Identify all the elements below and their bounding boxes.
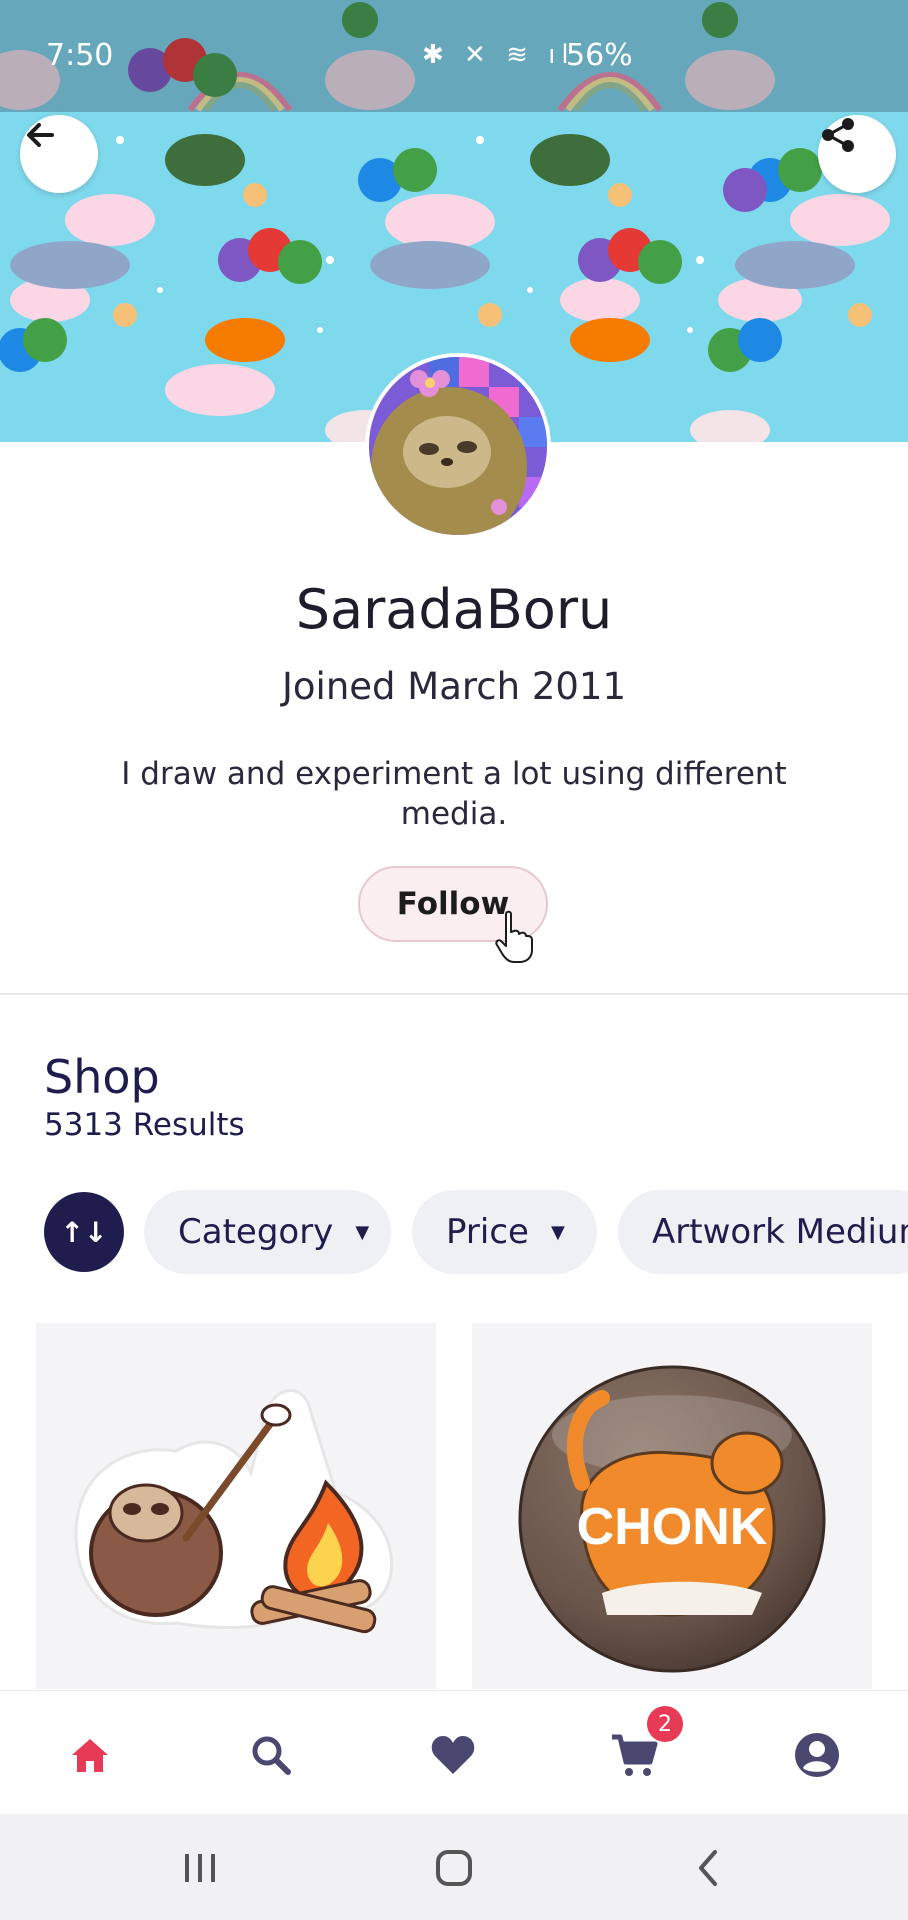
filter-chip-label: Artwork Medium xyxy=(652,1212,908,1252)
back-button[interactable] xyxy=(20,115,98,193)
system-home-icon xyxy=(436,1850,472,1886)
filter-chip-price[interactable]: Price ▼ xyxy=(412,1190,597,1274)
section-divider xyxy=(0,993,908,995)
nav-search[interactable] xyxy=(241,1725,301,1785)
recent-apps-icon xyxy=(185,1854,215,1882)
nav-favorites[interactable] xyxy=(423,1725,483,1785)
status-time: 7:50 xyxy=(46,38,114,73)
sloth-avatar-image xyxy=(369,357,547,535)
caret-down-icon: ▼ xyxy=(355,1221,370,1243)
nav-home[interactable] xyxy=(60,1725,120,1785)
status-icons: ✱ ✕ ≋ ıl xyxy=(422,40,575,70)
sloth-campfire-sticker-image xyxy=(74,1389,394,1634)
caret-down-icon: ▼ xyxy=(550,1221,565,1243)
share-icon xyxy=(822,118,854,152)
cart-count-badge: 2 xyxy=(647,1706,683,1742)
system-back-button[interactable] xyxy=(678,1840,738,1896)
profile-joined-date: Joined March 2011 xyxy=(281,665,626,708)
recent-apps-button[interactable] xyxy=(170,1840,230,1896)
cart-icon xyxy=(612,1734,658,1776)
home-icon xyxy=(72,1739,108,1772)
sort-button[interactable]: ↑↓ xyxy=(44,1192,124,1272)
filter-chip-label: Category xyxy=(178,1212,334,1252)
arrow-left-icon xyxy=(27,123,54,147)
follow-button-label: Follow xyxy=(396,886,510,922)
shop-results-count: 5313 Results xyxy=(44,1107,245,1143)
filter-chip-artwork-medium[interactable]: Artwork Medium xyxy=(618,1190,908,1274)
status-bar: 7:50 ✱ ✕ ≋ ıl 56% xyxy=(0,0,908,112)
chonk-button-text: CHONK xyxy=(576,1498,768,1556)
filter-chip-label: Price xyxy=(446,1212,529,1252)
system-navigation-bar xyxy=(0,1814,908,1920)
profile-username: SaradaBoru xyxy=(295,578,613,641)
account-icon xyxy=(795,1733,839,1777)
search-icon xyxy=(252,1736,291,1775)
nav-account[interactable] xyxy=(787,1725,847,1785)
share-button[interactable] xyxy=(818,115,896,193)
sort-icon: ↑↓ xyxy=(60,1215,108,1249)
avatar[interactable] xyxy=(365,353,551,539)
product-card[interactable]: CHONK xyxy=(472,1323,872,1689)
bottom-navigation: 2 xyxy=(0,1690,908,1815)
filter-chip-category[interactable]: Category ▼ xyxy=(144,1190,391,1274)
shop-title: Shop xyxy=(44,1050,160,1104)
heart-icon xyxy=(431,1736,475,1774)
product-card[interactable] xyxy=(36,1323,436,1689)
profile-bio: I draw and experiment a lot using differ… xyxy=(121,756,787,832)
system-back-icon xyxy=(699,1850,717,1886)
hand-cursor-icon xyxy=(495,910,533,963)
system-home-button[interactable] xyxy=(424,1840,484,1896)
status-battery: 56% xyxy=(566,38,633,73)
